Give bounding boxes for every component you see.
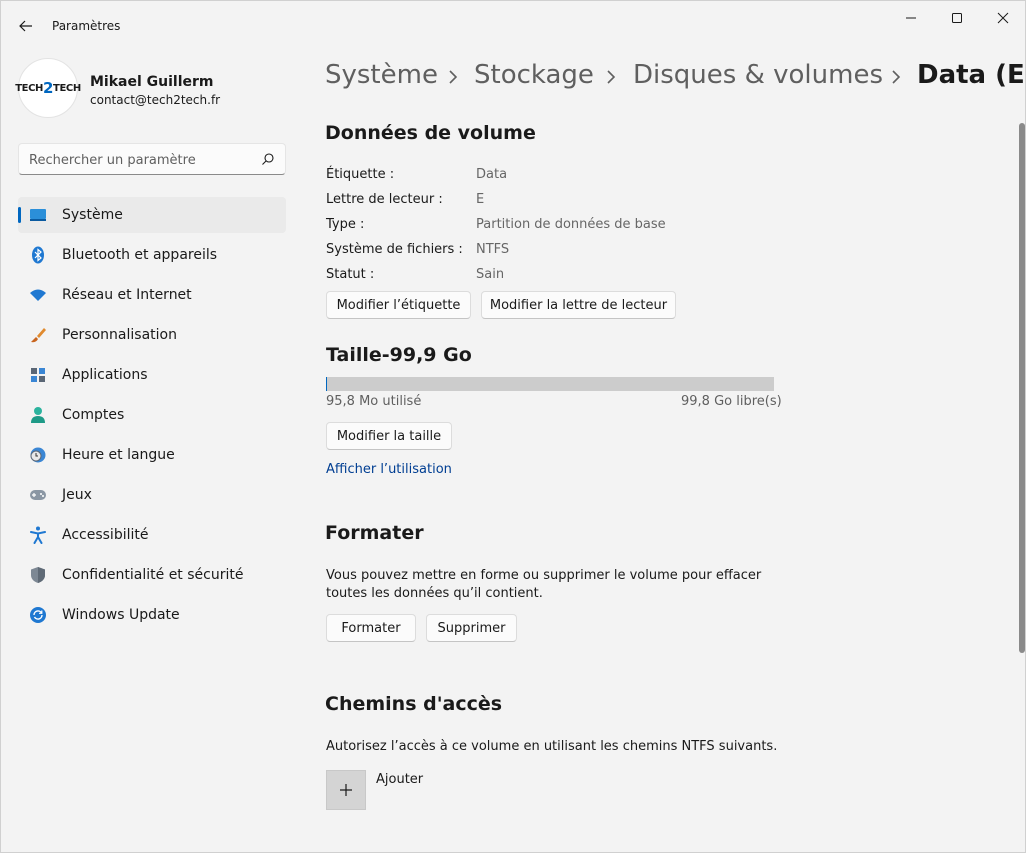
avatar-text-b: 2 [42, 79, 54, 97]
maximize-button[interactable] [934, 1, 980, 35]
sidebar-item-label: Windows Update [62, 607, 180, 623]
sidebar-item-systeme[interactable]: Système [18, 197, 286, 233]
sidebar-item-personnalisation[interactable]: Personnalisation [18, 317, 286, 353]
back-arrow-icon [19, 20, 32, 32]
chevron-right-icon [607, 70, 616, 84]
search-input[interactable] [29, 150, 249, 170]
sidebar-item-heure[interactable]: Heure et langue [18, 437, 286, 473]
user-email: contact@tech2tech.fr [90, 93, 221, 107]
format-section-title: Formater [325, 522, 424, 544]
breadcrumb-item-stockage[interactable]: Stockage [474, 60, 594, 90]
sidebar-item-label: Bluetooth et appareils [62, 247, 218, 263]
gamepad-icon [29, 486, 47, 504]
app-title: Paramètres [52, 19, 121, 33]
used-space-text: 95,8 Mo utilisé [326, 394, 422, 409]
add-path-label[interactable]: Ajouter [376, 772, 423, 787]
search-box[interactable] [18, 143, 286, 175]
sidebar-item-label: Confidentialité et sécurité [62, 567, 244, 583]
minimize-button[interactable] [888, 1, 934, 35]
size-section-title: Taille-99,9 Go [326, 344, 472, 366]
maximize-icon [952, 13, 962, 23]
sidebar-nav: Système Bluetooth et appareils Réseau et… [18, 197, 286, 637]
clock-globe-icon [29, 446, 47, 464]
prop-value-statut: Sain [476, 267, 505, 282]
add-path-button[interactable] [326, 770, 366, 810]
breadcrumb-item-systeme[interactable]: Système [325, 60, 438, 90]
avatar[interactable]: TECH 2 TECH [15, 58, 81, 118]
prop-label-statut: Statut : [326, 267, 375, 282]
update-icon [29, 606, 47, 624]
sidebar-item-label: Réseau et Internet [62, 287, 192, 303]
sidebar-item-label: Personnalisation [62, 327, 177, 343]
sidebar-item-label: Applications [62, 367, 148, 383]
wifi-icon [29, 286, 47, 304]
sidebar-item-accessibilite[interactable]: Accessibilité [18, 517, 286, 553]
minimize-icon [906, 17, 916, 19]
sidebar-item-label: Jeux [62, 487, 92, 503]
view-usage-link[interactable]: Afficher l’utilisation [326, 462, 452, 477]
search-icon[interactable] [261, 152, 275, 166]
sidebar-item-label: Accessibilité [62, 527, 149, 543]
accessibility-icon [29, 526, 47, 544]
format-description-line2: toutes les données qu’il contient. [326, 586, 543, 601]
format-button[interactable]: Formater [326, 614, 416, 642]
close-button[interactable] [980, 1, 1026, 35]
breadcrumb-item-current: Data (E:) [917, 60, 1026, 90]
sidebar-item-label: Heure et langue [62, 447, 175, 463]
prop-label-type: Type : [326, 217, 365, 232]
prop-value-lettre: E [476, 192, 485, 207]
rename-label-button[interactable]: Modifier l’étiquette [326, 291, 471, 319]
sidebar-item-windows-update[interactable]: Windows Update [18, 597, 286, 633]
sidebar-item-comptes[interactable]: Comptes [18, 397, 286, 433]
prop-label-lettre: Lettre de lecteur : [326, 192, 443, 207]
usage-bar [326, 377, 774, 391]
sidebar-item-jeux[interactable]: Jeux [18, 477, 286, 513]
close-icon [997, 12, 1009, 24]
sidebar-item-reseau[interactable]: Réseau et Internet [18, 277, 286, 313]
sidebar-item-confidentialite[interactable]: Confidentialité et sécurité [18, 557, 286, 593]
brush-icon [29, 326, 47, 344]
resize-button[interactable]: Modifier la taille [326, 422, 452, 450]
shield-icon [29, 566, 47, 584]
prop-value-systeme-fichiers: NTFS [476, 242, 510, 257]
prop-value-type: Partition de données de base [476, 217, 666, 232]
avatar-text-a: TECH [15, 82, 43, 94]
volume-section-title: Données de volume [325, 122, 536, 144]
sidebar-item-bluetooth[interactable]: Bluetooth et appareils [18, 237, 286, 273]
chevron-right-icon [892, 70, 901, 84]
prop-label-systeme-fichiers: Système de fichiers : [326, 242, 463, 257]
format-description-line1: Vous pouvez mettre en forme ou supprimer… [326, 568, 762, 583]
change-drive-letter-button[interactable]: Modifier la lettre de lecteur [481, 291, 676, 319]
free-space-text: 99,8 Go libre(s) [681, 394, 782, 409]
delete-volume-button[interactable]: Supprimer [426, 614, 517, 642]
sidebar-item-label: Comptes [62, 407, 125, 423]
prop-value-etiquette: Data [476, 167, 508, 182]
title-bar: Paramètres [1, 1, 1026, 51]
sidebar-item-label: Système [62, 207, 123, 223]
avatar-text-c: TECH [53, 82, 81, 94]
sidebar-item-applications[interactable]: Applications [18, 357, 286, 393]
back-button[interactable] [11, 11, 41, 41]
monitor-icon [29, 206, 47, 224]
bluetooth-icon [29, 246, 47, 264]
paths-section-title: Chemins d'accès [325, 693, 503, 715]
settings-window: Paramètres TECH 2 TECH Mikael Guillerm con… [0, 0, 1026, 853]
prop-label-etiquette: Étiquette : [326, 167, 395, 182]
vertical-scrollbar[interactable] [1019, 123, 1025, 653]
apps-icon [29, 366, 47, 384]
breadcrumb-item-disques[interactable]: Disques & volumes [633, 60, 883, 90]
user-name: Mikael Guillerm [90, 74, 214, 90]
person-icon [29, 406, 47, 424]
paths-description: Autorisez l’accès à ce volume en utilisa… [326, 739, 778, 754]
chevron-right-icon [449, 70, 458, 84]
plus-icon [340, 784, 352, 796]
